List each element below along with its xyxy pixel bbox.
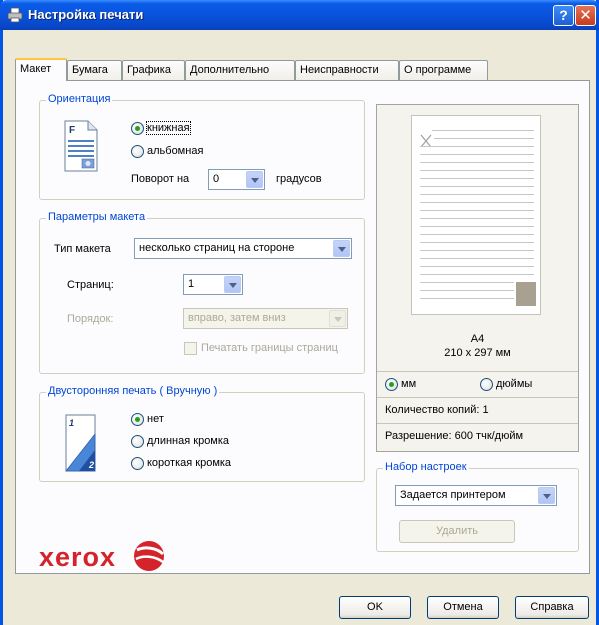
order-label: Порядок: (67, 313, 114, 325)
print-borders-checkbox[interactable] (184, 342, 197, 355)
portrait-label: книжная (146, 121, 191, 135)
tab-advanced[interactable]: Дополнительно (185, 60, 295, 80)
svg-text:xerox: xerox (39, 542, 116, 572)
portrait-radio[interactable] (131, 122, 144, 135)
chevron-down-icon[interactable] (224, 276, 241, 293)
layout-options-group-title: Параметры макета (46, 211, 148, 223)
layout-type-label: Тип макета (54, 243, 111, 255)
preset-value: Задается принтером (400, 489, 506, 501)
rotate-unit-label: градусов (276, 173, 322, 185)
svg-text:1: 1 (69, 418, 74, 428)
orientation-group-title: Ориентация (46, 93, 113, 105)
tab-label: Бумага (72, 64, 108, 76)
tab-troubleshooting[interactable]: Неисправности (295, 60, 399, 80)
delete-preset-button[interactable]: Удалить (399, 520, 515, 543)
tab-label: Неисправности (300, 64, 379, 76)
page-preview (411, 115, 541, 315)
svg-text:2: 2 (88, 460, 94, 470)
pages-label: Страниц: (67, 279, 114, 291)
portrait-page-icon: F (64, 120, 98, 172)
image-placeholder (516, 282, 536, 306)
rotate-value: 0 (213, 173, 220, 185)
duplex-short-edge-label: короткая кромка (147, 457, 232, 469)
unit-inch-label: дюймы (496, 378, 533, 390)
duplex-none-radio[interactable] (131, 413, 144, 426)
window-title: Настройка печати (28, 7, 144, 22)
help-button[interactable]: Справка (515, 596, 589, 619)
unit-mm-radio[interactable] (385, 378, 398, 391)
print-settings-window: Настройка печати ? ✕ Макет Бумага График… (0, 0, 599, 625)
pages-value: 1 (188, 278, 195, 290)
tab-paper[interactable]: Бумага (67, 60, 122, 80)
cancel-button[interactable]: Отмена (427, 596, 499, 619)
copies-label: Количество копий: 1 (385, 404, 489, 416)
close-icon[interactable]: ✕ (575, 5, 596, 26)
preset-group-title: Набор настроек (383, 461, 469, 473)
tab-label: Дополнительно (190, 64, 270, 76)
rotate-select[interactable]: 0 (208, 169, 265, 190)
chevron-down-icon[interactable] (538, 487, 555, 504)
printer-icon (7, 7, 23, 23)
duplex-long-edge-label: длинная кромка (147, 435, 230, 447)
chevron-down-icon[interactable] (333, 240, 350, 257)
tab-graphics[interactable]: Графика (122, 60, 185, 80)
paper-size-label: A4 (470, 333, 485, 345)
page-order-select[interactable]: вправо, затем вниз (183, 308, 348, 329)
title-bar[interactable]: Настройка печати ? ✕ (0, 0, 599, 30)
pages-per-side-select[interactable]: 1 (183, 274, 243, 295)
duplex-none-label: нет (147, 413, 164, 425)
tab-label: Макет (20, 63, 52, 75)
chevron-down-icon[interactable] (246, 171, 263, 188)
duplex-group-title: Двусторонняя печать ( Вручную ) (46, 385, 220, 397)
order-value: вправо, затем вниз (188, 312, 286, 324)
resolution-label: Разрешение: 600 тчк/дюйм (385, 430, 524, 442)
landscape-label: альбомная (147, 145, 204, 157)
unit-inch-radio[interactable] (480, 378, 493, 391)
page-preview-panel: A4 210 x 297 мм мм дюймы Количество копи… (376, 104, 579, 452)
duplex-long-edge-radio[interactable] (131, 435, 144, 448)
ok-button[interactable]: OK (339, 596, 411, 619)
tab-label: О программе (404, 64, 472, 76)
chevron-down-icon[interactable] (329, 310, 346, 327)
unit-mm-label: мм (401, 378, 417, 390)
paper-dimensions-label: 210 x 297 мм (444, 347, 511, 359)
tab-label: Графика (127, 64, 171, 76)
preset-select[interactable]: Задается принтером (395, 485, 557, 506)
landscape-radio[interactable] (131, 145, 144, 158)
tab-layout[interactable]: Макет (15, 58, 67, 81)
svg-text:F: F (69, 125, 75, 136)
print-borders-label: Печатать границы страниц (201, 342, 338, 354)
layout-type-value: несколько страниц на стороне (139, 242, 295, 254)
layout-type-select[interactable]: несколько страниц на стороне (134, 238, 352, 259)
rotate-label: Поворот на (131, 173, 190, 185)
duplex-page-icon: 1 2 (65, 414, 96, 472)
xerox-logo: xerox (39, 536, 169, 579)
xerox-sphere-icon: xerox (39, 541, 165, 572)
help-icon[interactable]: ? (553, 5, 574, 26)
duplex-short-edge-radio[interactable] (131, 457, 144, 470)
tab-about[interactable]: О программе (399, 60, 488, 80)
